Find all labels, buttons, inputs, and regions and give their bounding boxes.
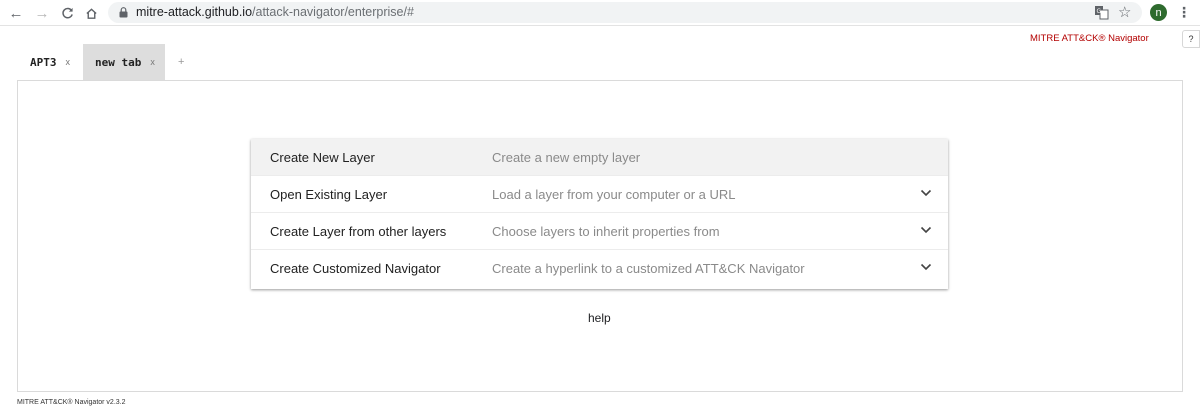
tab-close-button[interactable]: x: [150, 57, 155, 67]
lock-icon[interactable]: [119, 7, 128, 18]
tab-new-tab[interactable]: new tab x: [83, 44, 165, 80]
chevron-down-icon[interactable]: [920, 263, 932, 271]
url-host: mitre-attack.github.io: [136, 5, 253, 19]
create-new-layer-row[interactable]: Create New Layer Create a new empty laye…: [251, 139, 948, 176]
more-vert-icon[interactable]: ⋮: [1177, 4, 1191, 21]
reload-icon[interactable]: [57, 3, 77, 23]
url-text[interactable]: mitre-attack.github.io/attack-navigator/…: [136, 5, 414, 19]
help-link[interactable]: help: [588, 311, 611, 325]
create-customized-navigator-row[interactable]: Create Customized Navigator Create a hyp…: [251, 250, 948, 287]
row-description: Choose layers to inherit properties from: [492, 224, 720, 239]
browser-toolbar: ← → mitre-attack.github.io/attack-naviga…: [0, 0, 1200, 26]
add-tab-button[interactable]: +: [178, 56, 184, 68]
row-title: Create New Layer: [270, 150, 375, 165]
forward-arrow-icon[interactable]: →: [32, 3, 52, 23]
row-title: Create Customized Navigator: [270, 261, 441, 276]
create-layer-from-other-layers-row[interactable]: Create Layer from other layers Choose la…: [251, 213, 948, 250]
tab-close-button[interactable]: x: [66, 57, 71, 67]
app-brand: MITRE ATT&CK® Navigator: [1030, 33, 1149, 44]
layer-options-panel: Create New Layer Create a new empty laye…: [251, 139, 948, 289]
row-description: Load a layer from your computer or a URL: [492, 187, 736, 202]
star-icon[interactable]: ☆: [1118, 3, 1131, 21]
avatar[interactable]: n: [1150, 4, 1167, 21]
row-description: Create a hyperlink to a customized ATT&C…: [492, 261, 805, 276]
version-footer: MITRE ATT&CK® Navigator v2.3.2: [17, 399, 126, 406]
chevron-down-icon[interactable]: [920, 189, 932, 197]
back-arrow-icon[interactable]: ←: [6, 3, 26, 23]
address-bar[interactable]: mitre-attack.github.io/attack-navigator/…: [108, 2, 1142, 23]
chevron-down-icon[interactable]: [920, 226, 932, 234]
open-existing-layer-row[interactable]: Open Existing Layer Load a layer from yo…: [251, 176, 948, 213]
svg-text:G: G: [1097, 8, 1102, 15]
tab-label: new tab: [95, 55, 142, 69]
row-description: Create a new empty layer: [492, 150, 641, 165]
avatar-letter: n: [1155, 6, 1162, 19]
help-question-button[interactable]: ?: [1182, 30, 1200, 48]
url-path: /attack-navigator/enterprise/#: [252, 5, 414, 19]
row-title: Open Existing Layer: [270, 187, 388, 202]
tab-apt3[interactable]: APT3 x: [18, 44, 82, 80]
translate-icon[interactable]: G: [1094, 5, 1109, 20]
home-icon[interactable]: [81, 3, 101, 23]
tab-label: APT3: [30, 55, 57, 69]
row-title: Create Layer from other layers: [270, 224, 447, 239]
